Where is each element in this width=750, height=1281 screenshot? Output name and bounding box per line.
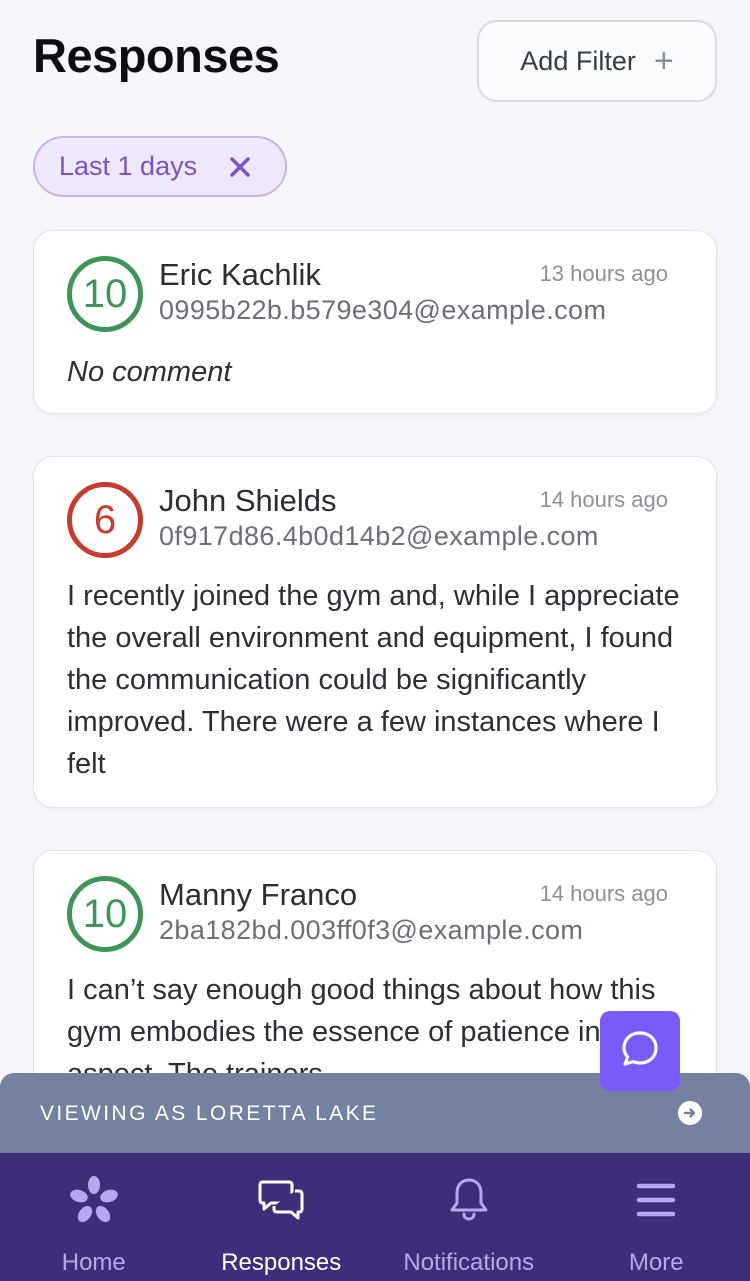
chat-button[interactable] [600,1011,680,1091]
add-filter-label: Add Filter [520,45,636,76]
respondent-name: Manny Franco [159,877,358,912]
chat-bubbles-icon [254,1173,308,1227]
chat-bubble-icon [618,1027,662,1076]
response-time: 13 hours ago [539,261,668,286]
responses-screen: Responses Add Filter + Last 1 days 10 Er… [0,0,750,1281]
arrow-right-circle-icon[interactable] [678,1101,702,1125]
nav-label: Notifications [403,1249,535,1276]
response-time: 14 hours ago [539,881,668,906]
bottom-nav: Home Responses Notifications More [0,1153,750,1281]
score-badge: 6 [67,482,143,558]
add-filter-button[interactable]: Add Filter + [477,20,717,102]
respondent-email: 0f917d86.4b0d14b2@example.com [159,521,599,551]
star-logo-icon [67,1173,121,1227]
plus-icon: + [653,42,674,80]
nav-item-responses[interactable]: Responses [188,1153,376,1281]
nav-label: Responses [221,1249,342,1276]
response-comment: No comment [67,356,232,388]
filter-chip-label: Last 1 days [59,151,198,181]
respondent-email: 0995b22b.b579e304@example.com [159,295,607,325]
response-card[interactable]: 6 John Shields 14 hours ago 0f917d86.4b0… [33,456,717,808]
respondent-name: John Shields [159,483,337,518]
response-comment: I recently joined the gym and, while I a… [67,580,680,780]
nav-label: Home [61,1249,126,1276]
bell-icon [442,1173,496,1227]
score-badge: 10 [67,256,143,332]
nav-item-home[interactable]: Home [0,1153,188,1281]
filter-chip-last-1-days[interactable]: Last 1 days [33,136,287,197]
page-title: Responses [33,29,280,82]
score-badge: 10 [67,876,143,952]
menu-icon [629,1173,683,1227]
response-time: 14 hours ago [539,487,668,512]
respondent-name: Eric Kachlik [159,257,321,292]
close-icon[interactable] [227,154,253,180]
nav-label: More [628,1249,684,1276]
nav-item-notifications[interactable]: Notifications [375,1153,563,1281]
respondent-email: 2ba182bd.003ff0f3@example.com [159,915,584,945]
viewing-as-text: VIEWING AS LORETTA LAKE [40,1102,379,1125]
response-card[interactable]: 10 Eric Kachlik 13 hours ago 0995b22b.b5… [33,230,717,414]
nav-item-more[interactable]: More [563,1153,750,1281]
